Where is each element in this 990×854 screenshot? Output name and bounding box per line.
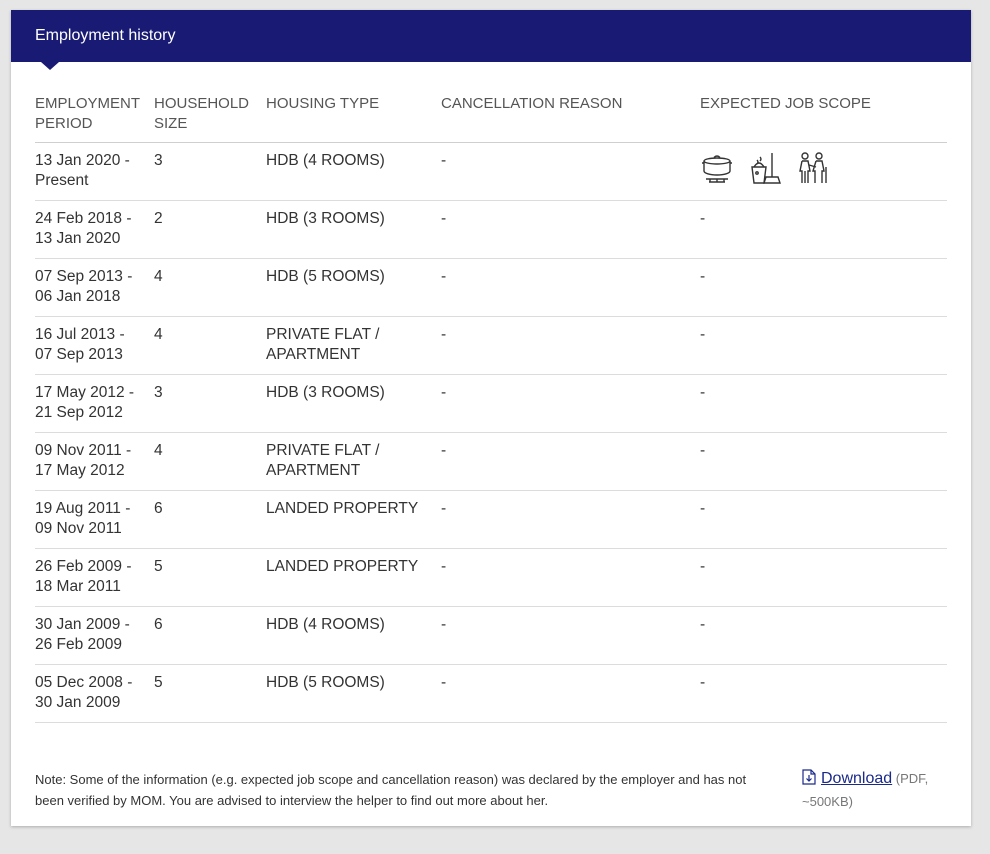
cancellation-reason-cell: - xyxy=(441,258,700,317)
household-size-cell: 4 xyxy=(154,432,266,491)
cooking-pot-icon xyxy=(700,151,734,185)
household-size-cell: 4 xyxy=(154,258,266,317)
cancellation-reason-cell: - xyxy=(441,316,700,375)
cancellation-reason-cell: - xyxy=(441,548,700,607)
column-header-expected-job-scope: EXPECTED JOB SCOPE xyxy=(700,92,947,143)
employment-history-card: Employment history EMPLOYMENT PERIOD HOU… xyxy=(11,10,971,826)
cancellation-reason-cell: - xyxy=(441,142,700,201)
household-size-cell: 3 xyxy=(154,142,266,201)
employment-period-cell: 05 Dec 2008 - 30 Jan 2009 xyxy=(35,664,154,723)
table-row: 16 Jul 2013 - 07 Sep 2013 4 PRIVATE FLAT /… xyxy=(35,316,947,375)
housing-type-cell: HDB (4 ROOMS) xyxy=(266,142,441,201)
expected-job-scope-cell: - xyxy=(700,432,947,491)
expected-job-scope-cell: - xyxy=(700,258,947,317)
column-header-household-size: HOUSEHOLD SIZE xyxy=(154,92,266,143)
household-size-cell: 2 xyxy=(154,200,266,259)
housing-type-cell: PRIVATE FLAT / APARTMENT xyxy=(266,432,441,491)
cancellation-reason-cell: - xyxy=(441,374,700,433)
cancellation-reason-cell: - xyxy=(441,606,700,665)
employment-period-cell: 30 Jan 2009 - 26 Feb 2009 xyxy=(35,606,154,665)
household-size-cell: 5 xyxy=(154,548,266,607)
expected-job-scope-cell: - xyxy=(700,548,947,607)
household-size-cell: 3 xyxy=(154,374,266,433)
file-download-icon xyxy=(802,769,816,791)
download-section: Download (PDF, ~500KB) xyxy=(802,768,952,812)
household-size-cell: 4 xyxy=(154,316,266,375)
employment-period-cell: 24 Feb 2018 - 13 Jan 2020 xyxy=(35,200,154,259)
table-header-row: EMPLOYMENT PERIOD HOUSEHOLD SIZE HOUSING… xyxy=(35,92,947,143)
table-row: 09 Nov 2011 - 17 May 2012 4 PRIVATE FLAT /… xyxy=(35,432,947,491)
employment-period-cell: 13 Jan 2020 - Present xyxy=(35,142,154,201)
table-row: 19 Aug 2011 - 09 Nov 2011 6 LANDED PROPERT… xyxy=(35,490,947,549)
elderly-care-icon xyxy=(796,151,830,185)
table-row: 24 Feb 2018 - 13 Jan 2020 2 HDB (3 ROOMS) -… xyxy=(35,200,947,259)
employment-history-table: EMPLOYMENT PERIOD HOUSEHOLD SIZE HOUSING… xyxy=(35,92,947,723)
expected-job-scope-cell: - xyxy=(700,200,947,259)
employment-period-cell: 19 Aug 2011 - 09 Nov 2011 xyxy=(35,490,154,549)
employment-period-cell: 26 Feb 2009 - 18 Mar 2011 xyxy=(35,548,154,607)
cancellation-reason-cell: - xyxy=(441,664,700,723)
column-header-housing-type: HOUSING TYPE xyxy=(266,92,441,143)
employment-period-cell: 09 Nov 2011 - 17 May 2012 xyxy=(35,432,154,491)
household-size-cell: 6 xyxy=(154,490,266,549)
table-row: 05 Dec 2008 - 30 Jan 2009 5 HDB (5 ROOMS) -… xyxy=(35,664,947,723)
column-header-employment-period: EMPLOYMENT PERIOD xyxy=(35,92,154,143)
header-caret xyxy=(41,62,59,70)
table-row: 07 Sep 2013 - 06 Jan 2018 4 HDB (5 ROOMS) -… xyxy=(35,258,947,317)
expected-job-scope-cell: - xyxy=(700,374,947,433)
employment-period-cell: 07 Sep 2013 - 06 Jan 2018 xyxy=(35,258,154,317)
download-link[interactable]: Download xyxy=(821,770,892,787)
table-row: 13 Jan 2020 - Present 3 HDB (4 ROOMS) - xyxy=(35,142,947,201)
housing-type-cell: HDB (5 ROOMS) xyxy=(266,664,441,723)
card-header: Employment history xyxy=(11,10,971,70)
table-row: 30 Jan 2009 - 26 Feb 2009 6 HDB (4 ROOMS) -… xyxy=(35,606,947,665)
expected-job-scope-cell: - xyxy=(700,316,947,375)
cleaning-bucket-broom-icon xyxy=(748,151,782,185)
employment-period-cell: 17 May 2012 - 21 Sep 2012 xyxy=(35,374,154,433)
table-body: 13 Jan 2020 - Present 3 HDB (4 ROOMS) - xyxy=(35,142,947,723)
employment-period-cell: 16 Jul 2013 - 07 Sep 2013 xyxy=(35,316,154,375)
housing-type-cell: HDB (3 ROOMS) xyxy=(266,374,441,433)
cancellation-reason-cell: - xyxy=(441,490,700,549)
household-size-cell: 6 xyxy=(154,606,266,665)
expected-job-scope-cell xyxy=(700,142,947,201)
table-row: 26 Feb 2009 - 18 Mar 2011 5 LANDED PROPERT… xyxy=(35,548,947,607)
verification-note: Note: Some of the information (e.g. expe… xyxy=(35,772,747,808)
expected-job-scope-cell: - xyxy=(700,664,947,723)
cancellation-reason-cell: - xyxy=(441,200,700,259)
expected-job-scope-cell: - xyxy=(700,606,947,665)
household-size-cell: 5 xyxy=(154,664,266,723)
table-row: 17 May 2012 - 21 Sep 2012 3 HDB (3 ROOMS) -… xyxy=(35,374,947,433)
column-header-cancellation-reason: CANCELLATION REASON xyxy=(441,92,700,143)
housing-type-cell: LANDED PROPERTY xyxy=(266,548,441,607)
housing-type-cell: HDB (4 ROOMS) xyxy=(266,606,441,665)
card-title: Employment history xyxy=(35,27,176,44)
cancellation-reason-cell: - xyxy=(441,432,700,491)
housing-type-cell: LANDED PROPERTY xyxy=(266,490,441,549)
expected-job-scope-cell: - xyxy=(700,490,947,549)
housing-type-cell: PRIVATE FLAT / APARTMENT xyxy=(266,316,441,375)
housing-type-cell: HDB (5 ROOMS) xyxy=(266,258,441,317)
housing-type-cell: HDB (3 ROOMS) xyxy=(266,200,441,259)
